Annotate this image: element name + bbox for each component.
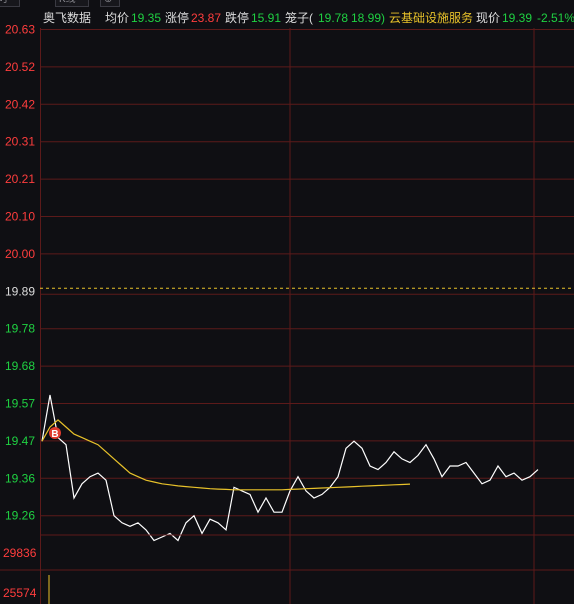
buy-marker-label: B [51,429,58,440]
y-tick-label: 20.63 [5,23,35,37]
y-axis-labels: 20.63 20.52 20.42 20.31 20.21 20.10 20.00 19.89… [5,23,35,523]
y-tick-label: 19.36 [5,471,35,485]
y-tick-label: 19.26 [5,509,35,523]
y-tick-label: 19.68 [5,359,35,373]
y-tick-label: 20.52 [5,60,35,74]
y-tick-label: 20.21 [5,172,35,186]
volume-panel: 29836 25574 [0,534,574,604]
y-tick-label: 20.10 [5,210,35,224]
intraday-chart[interactable]: 20.63 20.52 20.42 20.31 20.21 20.10 20.00 19.89… [0,0,574,604]
average-price-line [41,419,411,491]
volume-tick-label: 29836 [3,546,37,560]
y-tick-label: 19.78 [5,322,35,336]
y-tick-label: 20.31 [5,135,35,149]
y-tick-label: 19.89 [5,284,35,298]
chart-grid [40,28,574,604]
y-tick-label: 20.00 [5,247,35,261]
y-tick-label: 19.47 [5,434,35,448]
volume-tick-label: 25574 [3,586,37,600]
y-tick-label: 19.57 [5,397,35,411]
y-tick-label: 20.42 [5,97,35,111]
